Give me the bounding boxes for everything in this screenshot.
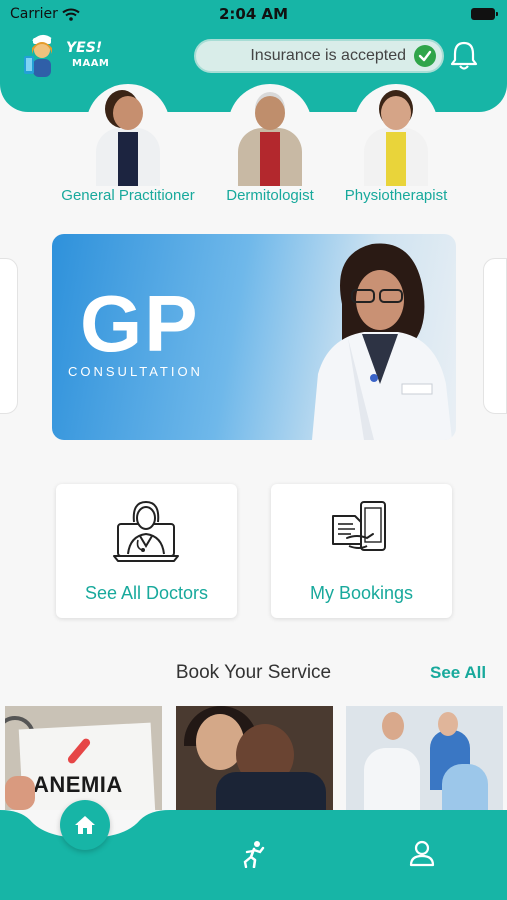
specialist-photo [228, 84, 312, 186]
service-card-text: ANEMIA [33, 772, 123, 797]
home-icon [75, 816, 95, 834]
mobile-booking-icon [332, 501, 386, 551]
insurance-badge[interactable]: Insurance is accepted [194, 39, 444, 73]
banner-subtitle: CONSULTATION [68, 364, 203, 379]
carousel-prev-card[interactable] [0, 258, 18, 414]
my-bookings-label: My Bookings [309, 583, 414, 603]
specialist-photo [354, 84, 438, 186]
my-bookings-card[interactable]: My Bookings [271, 484, 452, 618]
yes-maam-logo[interactable]: YES! MAAM [22, 32, 122, 82]
service-list: ANEMIA [0, 706, 507, 810]
logo-yes-text: YES! [66, 40, 103, 56]
gp-consultation-banner[interactable]: GP CONSULTATION [52, 234, 456, 440]
service-card-dental[interactable] [346, 706, 503, 810]
see-all-doctors-card[interactable]: See All Doctors [56, 484, 237, 618]
specialist-physiotherapist[interactable]: Physiotherapist [311, 84, 481, 214]
status-bar: Carrier 2:04 AM [0, 0, 507, 28]
insurance-label: Insurance is accepted [250, 47, 406, 64]
check-icon [414, 45, 436, 67]
bell-icon[interactable] [450, 40, 478, 70]
doctor-on-screen-icon [113, 500, 179, 562]
specialist-photo [86, 84, 170, 186]
activity-icon[interactable] [240, 840, 266, 868]
logo-maam-text: MAAM [72, 58, 110, 69]
banner-title: GP [80, 279, 200, 368]
see-all-services-link[interactable]: See All [430, 663, 486, 683]
nav-home-button[interactable] [60, 800, 110, 850]
service-card-pediatrics[interactable] [176, 706, 333, 810]
battery-icon [471, 8, 498, 20]
doctor-photo [312, 243, 452, 440]
profile-icon[interactable] [408, 840, 436, 868]
service-card-anemia[interactable]: ANEMIA [5, 706, 162, 810]
nurse-mascot-icon [24, 34, 52, 77]
status-time: 2:04 AM [218, 5, 289, 23]
carousel-next-card[interactable] [483, 258, 507, 414]
see-all-doctors-label: See All Doctors [84, 583, 209, 603]
specialist-categories: General Practitioner Dermitologist Physi… [0, 84, 507, 214]
specialist-label: Physiotherapist [344, 187, 448, 204]
